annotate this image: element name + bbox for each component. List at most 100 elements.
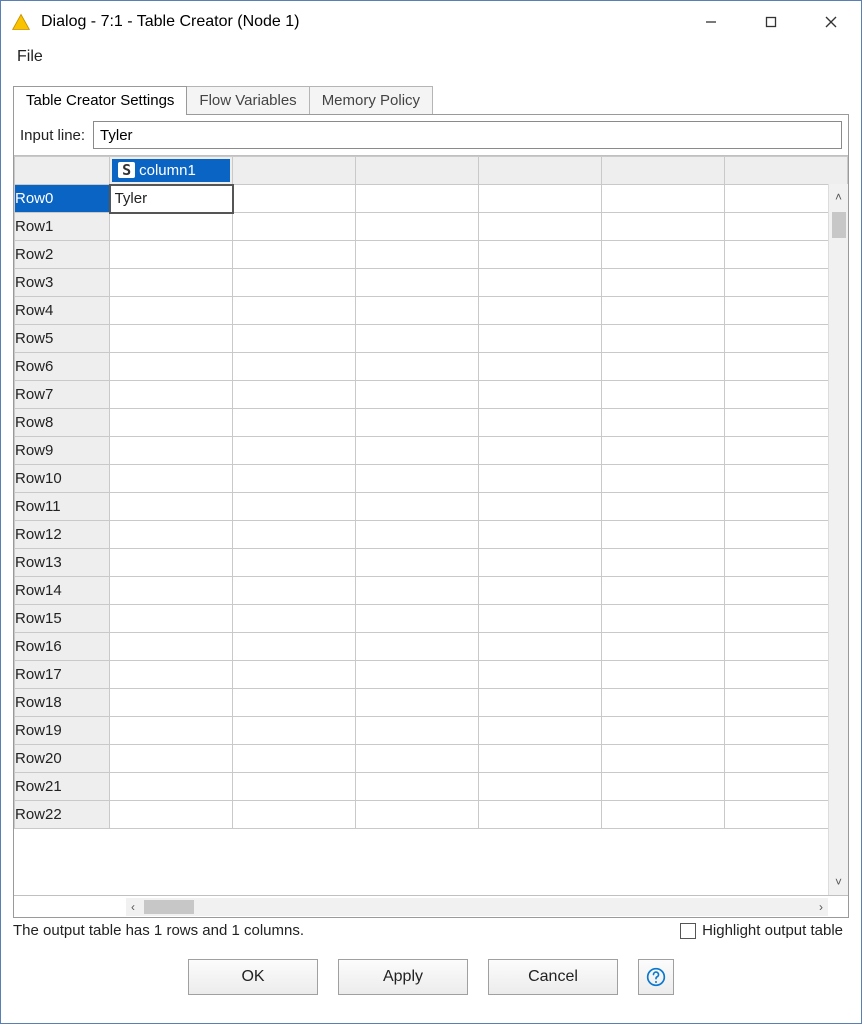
- data-cell[interactable]: [479, 717, 602, 745]
- data-cell[interactable]: [356, 689, 479, 717]
- data-cell[interactable]: [602, 409, 725, 437]
- data-cell[interactable]: [602, 437, 725, 465]
- row-header-cell[interactable]: Row14: [15, 577, 110, 605]
- row-header-cell[interactable]: Row16: [15, 633, 110, 661]
- data-cell[interactable]: [479, 801, 602, 829]
- data-cell[interactable]: [233, 213, 356, 241]
- corner-cell[interactable]: [15, 157, 110, 185]
- row-header-cell[interactable]: Row1: [15, 213, 110, 241]
- row-header-cell[interactable]: Row12: [15, 521, 110, 549]
- data-cell[interactable]: [233, 549, 356, 577]
- data-cell[interactable]: [110, 549, 233, 577]
- data-cell[interactable]: [356, 717, 479, 745]
- data-cell[interactable]: [110, 745, 233, 773]
- data-cell[interactable]: [356, 269, 479, 297]
- data-cell[interactable]: [602, 661, 725, 689]
- data-cell[interactable]: [479, 185, 602, 213]
- data-cell[interactable]: [110, 801, 233, 829]
- data-cell[interactable]: [110, 381, 233, 409]
- data-cell[interactable]: [110, 493, 233, 521]
- close-button[interactable]: [801, 1, 861, 43]
- minimize-button[interactable]: [681, 1, 741, 43]
- scroll-left-icon[interactable]: ‹: [126, 900, 140, 914]
- data-cell[interactable]: [356, 297, 479, 325]
- data-cell[interactable]: [356, 381, 479, 409]
- data-cell[interactable]: [356, 633, 479, 661]
- data-cell[interactable]: [602, 185, 725, 213]
- data-cell[interactable]: [110, 213, 233, 241]
- data-cell[interactable]: [356, 493, 479, 521]
- data-cell[interactable]: [356, 185, 479, 213]
- data-cell[interactable]: [233, 661, 356, 689]
- vertical-scroll-thumb[interactable]: [832, 212, 846, 238]
- data-cell[interactable]: [233, 437, 356, 465]
- scroll-right-icon[interactable]: ›: [814, 900, 828, 914]
- data-cell[interactable]: [233, 381, 356, 409]
- data-cell[interactable]: [602, 549, 725, 577]
- row-header-cell[interactable]: Row22: [15, 801, 110, 829]
- row-header-cell[interactable]: Row6: [15, 353, 110, 381]
- data-cell[interactable]: [110, 269, 233, 297]
- help-button[interactable]: [638, 959, 674, 995]
- data-cell[interactable]: [233, 773, 356, 801]
- data-cell[interactable]: [479, 493, 602, 521]
- data-cell[interactable]: [110, 689, 233, 717]
- data-cell[interactable]: [356, 521, 479, 549]
- data-cell[interactable]: [110, 577, 233, 605]
- data-cell[interactable]: [356, 465, 479, 493]
- data-cell[interactable]: [479, 689, 602, 717]
- data-cell[interactable]: [602, 577, 725, 605]
- data-cell[interactable]: [602, 633, 725, 661]
- data-cell[interactable]: [479, 745, 602, 773]
- data-cell[interactable]: [602, 465, 725, 493]
- vertical-scrollbar[interactable]: ˄ ˅: [828, 184, 848, 895]
- row-header-cell[interactable]: Row21: [15, 773, 110, 801]
- data-cell[interactable]: [233, 409, 356, 437]
- tab-flow-variables[interactable]: Flow Variables: [187, 86, 309, 115]
- row-header-cell[interactable]: Row11: [15, 493, 110, 521]
- data-cell[interactable]: [233, 605, 356, 633]
- data-cell[interactable]: [233, 325, 356, 353]
- data-cell[interactable]: [479, 521, 602, 549]
- scroll-down-icon[interactable]: ˅: [835, 869, 842, 895]
- column-header-empty[interactable]: [479, 157, 602, 185]
- ok-button[interactable]: OK: [188, 959, 318, 995]
- row-header-cell[interactable]: Row0: [15, 185, 110, 213]
- data-cell[interactable]: [602, 689, 725, 717]
- data-cell[interactable]: [479, 297, 602, 325]
- data-cell[interactable]: [110, 353, 233, 381]
- data-cell[interactable]: [602, 325, 725, 353]
- data-cell[interactable]: [233, 493, 356, 521]
- data-cell[interactable]: [233, 241, 356, 269]
- data-cell[interactable]: [356, 605, 479, 633]
- data-cell[interactable]: [233, 633, 356, 661]
- data-cell[interactable]: [110, 465, 233, 493]
- data-cell[interactable]: [602, 521, 725, 549]
- table-scroll-area[interactable]: S column1 Row0Tyler: [14, 156, 848, 895]
- highlight-output-checkbox[interactable]: Highlight output table: [680, 922, 843, 939]
- data-cell[interactable]: [479, 213, 602, 241]
- data-cell[interactable]: [233, 801, 356, 829]
- data-cell[interactable]: [602, 745, 725, 773]
- data-cell[interactable]: [602, 493, 725, 521]
- data-cell[interactable]: [602, 297, 725, 325]
- data-cell[interactable]: [356, 409, 479, 437]
- tab-table-creator-settings[interactable]: Table Creator Settings: [13, 86, 187, 115]
- row-header-cell[interactable]: Row8: [15, 409, 110, 437]
- scroll-up-icon[interactable]: ˄: [835, 184, 842, 210]
- data-cell[interactable]: [479, 409, 602, 437]
- row-header-cell[interactable]: Row10: [15, 465, 110, 493]
- row-header-cell[interactable]: Row15: [15, 605, 110, 633]
- data-cell[interactable]: Tyler: [110, 185, 233, 213]
- data-cell[interactable]: [110, 661, 233, 689]
- data-cell[interactable]: [479, 549, 602, 577]
- row-header-cell[interactable]: Row17: [15, 661, 110, 689]
- data-cell[interactable]: [602, 605, 725, 633]
- data-cell[interactable]: [602, 381, 725, 409]
- data-cell[interactable]: [110, 521, 233, 549]
- data-cell[interactable]: [479, 325, 602, 353]
- row-header-cell[interactable]: Row19: [15, 717, 110, 745]
- row-header-cell[interactable]: Row5: [15, 325, 110, 353]
- data-cell[interactable]: [233, 521, 356, 549]
- cancel-button[interactable]: Cancel: [488, 959, 618, 995]
